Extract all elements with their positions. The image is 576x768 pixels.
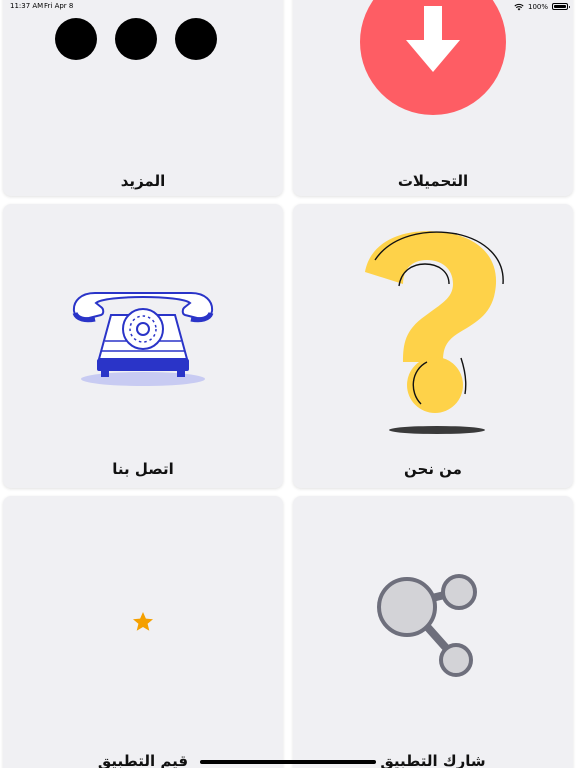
question-mark-icon: [365, 231, 504, 434]
contact-label: اتصل بنا: [112, 460, 174, 478]
star-icon: [133, 612, 153, 631]
more-label: المزيد: [120, 172, 166, 190]
home-indicator[interactable]: [200, 760, 376, 764]
contact-card[interactable]: اتصل بنا: [3, 204, 283, 488]
wifi-icon: [514, 3, 524, 10]
status-time: 11:37 AM: [10, 2, 44, 10]
downloads-card[interactable]: التحميلات: [293, 0, 573, 196]
download-icon: [360, 0, 506, 115]
battery-percentage: 100%: [527, 2, 548, 11]
share-card[interactable]: شارك التطبيق: [293, 496, 573, 768]
status-date: Fri Apr 8: [44, 2, 74, 10]
about-label: من نحن: [404, 460, 462, 478]
more-dots-icon: [55, 18, 217, 60]
battery-icon: [552, 3, 570, 10]
telephone-icon: [72, 292, 214, 386]
status-indicators: 100%: [514, 1, 570, 12]
status-bar: 11:37 AM Fri Apr 8 100%: [0, 0, 576, 14]
about-card[interactable]: من نحن: [293, 204, 573, 488]
more-card[interactable]: المزيد: [3, 0, 283, 196]
app-screen: 11:37 AM Fri Apr 8 100% المزيد التحميلات: [0, 0, 576, 768]
downloads-label: التحميلات: [397, 172, 469, 190]
share-icon: [377, 574, 477, 677]
rate-card[interactable]: قيم التطبيق: [3, 496, 283, 768]
